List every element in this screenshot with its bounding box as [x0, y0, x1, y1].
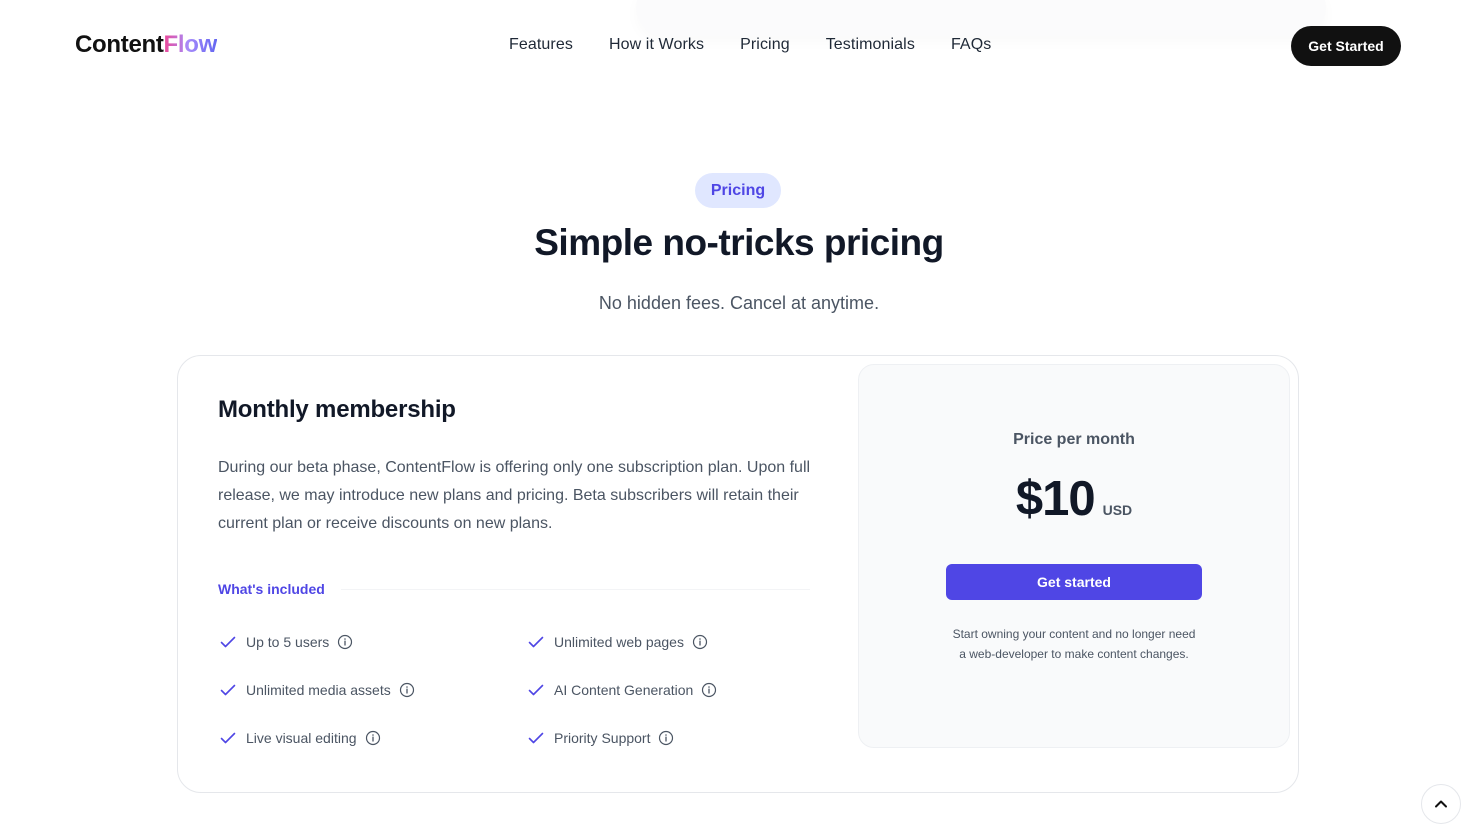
- feature-item: AI Content Generation: [526, 680, 818, 700]
- section-title: Simple no-tricks pricing: [534, 222, 944, 263]
- nav-faqs[interactable]: FAQs: [951, 36, 991, 54]
- feature-list: Up to 5 users Unlimited web pages Unlimi…: [218, 632, 818, 748]
- info-icon[interactable]: [365, 730, 381, 746]
- info-icon[interactable]: [658, 730, 674, 746]
- plan-description: During our beta phase, ContentFlow is of…: [218, 459, 811, 532]
- feature-label: AI Content Generation: [554, 682, 694, 698]
- section-badge: Pricing: [695, 173, 781, 208]
- nav-pricing[interactable]: Pricing: [740, 36, 790, 54]
- included-divider: [340, 588, 810, 590]
- nav-testimonials[interactable]: Testimonials: [826, 36, 915, 54]
- check-icon: [220, 684, 236, 696]
- price-row: $10 USD: [859, 471, 1289, 527]
- included-header: What's included: [218, 579, 810, 599]
- logo[interactable]: ContentFlow: [75, 31, 217, 59]
- site-header: ContentFlow Features How it Works Pricin…: [0, 0, 1478, 92]
- feature-label: Priority Support: [554, 730, 651, 746]
- price-panel: Price per month $10 USD Get started Star…: [858, 364, 1290, 748]
- check-icon: [220, 636, 236, 648]
- feature-label: Unlimited media assets: [246, 682, 391, 698]
- chevron-up-icon: [1435, 800, 1447, 808]
- info-icon[interactable]: [337, 634, 353, 650]
- price-note: Start owning your content and no longer …: [952, 627, 1196, 661]
- feature-item: Priority Support: [526, 728, 818, 748]
- price-label: Price per month: [1013, 431, 1135, 448]
- nav-features[interactable]: Features: [509, 36, 573, 54]
- feature-item: Live visual editing: [218, 728, 526, 748]
- check-icon: [220, 732, 236, 744]
- feature-label: Unlimited web pages: [554, 634, 684, 650]
- included-label: What's included: [218, 581, 325, 597]
- main-nav: Features How it Works Pricing Testimonia…: [509, 36, 991, 54]
- header-get-started-button[interactable]: Get Started: [1291, 26, 1401, 66]
- info-icon[interactable]: [399, 682, 415, 698]
- feature-label: Up to 5 users: [246, 634, 330, 650]
- price-currency: USD: [1102, 502, 1133, 518]
- page: ContentFlow Features How it Works Pricin…: [0, 0, 1478, 839]
- check-icon: [528, 636, 544, 648]
- logo-text-flow: Flow: [163, 31, 218, 58]
- scroll-to-top-button[interactable]: [1421, 784, 1461, 824]
- price-amount: $10: [1015, 472, 1096, 526]
- feature-label: Live visual editing: [246, 730, 357, 746]
- feature-item: Unlimited media assets: [218, 680, 526, 700]
- feature-item: Up to 5 users: [218, 632, 526, 652]
- nav-how-it-works[interactable]: How it Works: [609, 36, 704, 54]
- logo-text-content: Content: [75, 31, 164, 58]
- plan-title: Monthly membership: [218, 396, 456, 423]
- check-icon: [528, 684, 544, 696]
- get-started-button[interactable]: Get started: [946, 564, 1202, 600]
- check-icon: [528, 732, 544, 744]
- feature-item: Unlimited web pages: [526, 632, 818, 652]
- info-icon[interactable]: [692, 634, 708, 650]
- info-icon[interactable]: [701, 682, 717, 698]
- pricing-card: Monthly membership During our beta phase…: [177, 355, 1299, 793]
- section-subtitle: No hidden fees. Cancel at anytime.: [598, 293, 880, 313]
